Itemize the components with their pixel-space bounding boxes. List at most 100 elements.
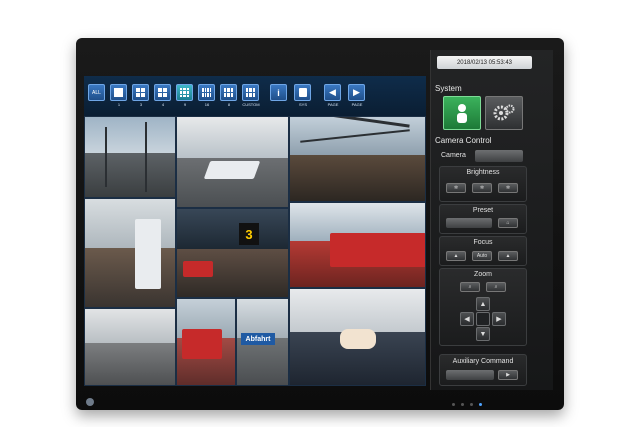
- brightness-down-button[interactable]: ✲: [446, 183, 466, 193]
- camera-tile-7[interactable]: [84, 308, 176, 386]
- zoom-ptz-group: Zoom ⌕ ⌕ ▲ ◀ ▶ ▼: [439, 268, 527, 346]
- settings-button[interactable]: [485, 96, 523, 130]
- layout-toolbar: ALL 1 3 4 9 16 8 CUSTOM i SYS ◀ PAGE ▶ P…: [84, 76, 426, 116]
- control-panel: 2018/02/13 05:53:43 System Camera Contro…: [430, 50, 553, 390]
- platform-board: 3: [239, 223, 259, 245]
- layout-9-button[interactable]: [176, 84, 193, 101]
- custom-view-icon: [246, 88, 255, 97]
- focus-group: Focus ▲ Auto ▲: [439, 236, 527, 266]
- tilt-up-button[interactable]: ▲: [476, 297, 490, 311]
- arrow-right-icon: ▶: [496, 316, 502, 323]
- zoom-in-button[interactable]: ⌕: [486, 282, 506, 292]
- info-icon: i: [277, 87, 280, 98]
- sun-small-icon: ✲: [453, 185, 459, 191]
- focus-auto-button[interactable]: Auto: [472, 251, 492, 261]
- camera-tile-6[interactable]: [289, 202, 426, 288]
- led-indicator: [470, 403, 473, 406]
- camera-tile-1[interactable]: [84, 116, 176, 198]
- layout-1-label: 1: [117, 102, 121, 107]
- power-led-icon: [479, 403, 482, 406]
- user-button[interactable]: [443, 96, 481, 130]
- preset-selector[interactable]: [446, 218, 492, 228]
- page-prev-label: PAGE: [327, 102, 339, 107]
- single-view-icon: [114, 88, 123, 97]
- page-next-button[interactable]: ▶: [348, 84, 365, 101]
- pan-right-button[interactable]: ▶: [492, 312, 506, 326]
- camera-tile-3[interactable]: [289, 116, 426, 202]
- layout-custom-button[interactable]: [242, 84, 259, 101]
- sixteen-view-icon: [202, 88, 211, 97]
- arrow-left-icon: ◀: [464, 316, 470, 323]
- focus-near-button[interactable]: ▲: [446, 251, 466, 261]
- brightness-label: Brightness: [466, 169, 500, 176]
- zoom-out-button[interactable]: ⌕: [460, 282, 480, 292]
- zoom-in-icon: ⌕: [494, 284, 498, 290]
- layout-3-label: 3: [139, 102, 143, 107]
- focus-label: Focus: [473, 239, 493, 246]
- focus-far-button[interactable]: ▲: [498, 251, 518, 261]
- camera-control-title: Camera Control: [435, 136, 492, 145]
- camera-tile-2[interactable]: [176, 116, 289, 208]
- ptz-center: [476, 312, 490, 326]
- camera-selector[interactable]: [475, 150, 523, 162]
- arrow-right-icon: ▶: [353, 87, 360, 97]
- camera-tile-4[interactable]: [84, 198, 176, 308]
- layout-8-label: 8: [227, 102, 231, 107]
- layout-8-button[interactable]: [220, 84, 237, 101]
- user-icon: [457, 104, 467, 123]
- auxiliary-selector[interactable]: [446, 370, 494, 380]
- camera-tile-10[interactable]: [289, 288, 426, 386]
- camera-tile-8[interactable]: [176, 298, 236, 386]
- preset-go-button[interactable]: ⌂: [498, 218, 518, 228]
- auxiliary-go-button[interactable]: ▶: [498, 370, 518, 380]
- sys-button[interactable]: [294, 84, 311, 101]
- sys-label: SYS: [298, 102, 307, 107]
- document-icon: [298, 88, 307, 97]
- focus-far-icon: ▲: [505, 253, 511, 259]
- play-icon: ▶: [506, 372, 510, 378]
- brightness-up-button[interactable]: ✲: [498, 183, 518, 193]
- layout-3-button[interactable]: [132, 84, 149, 101]
- zoom-label: Zoom: [474, 271, 492, 278]
- station-sign: Abfahrt: [241, 333, 275, 345]
- arrow-up-icon: ▲: [479, 300, 487, 308]
- gear-icon: [493, 104, 515, 121]
- focus-auto-label: Auto: [476, 253, 488, 259]
- front-leds: [452, 403, 482, 406]
- layout-16-label: 16: [204, 102, 210, 107]
- video-wall: ALL 1 3 4 9 16 8 CUSTOM i SYS ◀ PAGE ▶ P…: [84, 76, 426, 386]
- info-button[interactable]: i: [270, 84, 287, 101]
- home-icon: ⌂: [506, 220, 510, 226]
- layout-9-label: 9: [183, 102, 187, 107]
- brightness-reset-button[interactable]: ✲: [472, 183, 492, 193]
- clock-display: 2018/02/13 05:53:43: [437, 56, 532, 69]
- station-sign-text: Abfahrt: [245, 335, 271, 343]
- layout-4-label: 4: [161, 102, 165, 107]
- arrow-left-icon: ◀: [329, 87, 336, 97]
- focus-near-icon: ▲: [453, 253, 459, 259]
- zoom-out-icon: ⌕: [468, 284, 472, 290]
- layout-1-button[interactable]: [110, 84, 127, 101]
- page-prev-button[interactable]: ◀: [324, 84, 341, 101]
- preset-label: Preset: [472, 207, 494, 214]
- pan-left-button[interactable]: ◀: [460, 312, 474, 326]
- auxiliary-label: Auxiliary Command: [452, 358, 514, 365]
- auxiliary-group: Auxiliary Command ▶: [439, 354, 527, 386]
- layout-custom-label: CUSTOM: [242, 102, 260, 107]
- camera-tile-9[interactable]: Abfahrt: [236, 298, 289, 386]
- camera-tile-5[interactable]: 3: [176, 208, 289, 298]
- sun-large-icon: ✲: [505, 185, 511, 191]
- layout-all-button[interactable]: ALL: [88, 84, 105, 101]
- page-next-label: PAGE: [351, 102, 363, 107]
- arrow-down-icon: ▼: [479, 330, 487, 338]
- layout-16-button[interactable]: [198, 84, 215, 101]
- preset-group: Preset ⌂: [439, 204, 527, 234]
- brand-logo: [86, 398, 94, 406]
- platform-number: 3: [245, 226, 253, 242]
- clock-text: 2018/02/13 05:53:43: [456, 59, 513, 66]
- camera-label: Camera: [441, 152, 466, 159]
- led-indicator: [452, 403, 455, 406]
- tilt-down-button[interactable]: ▼: [476, 327, 490, 341]
- layout-4-button[interactable]: [154, 84, 171, 101]
- sun-icon: ✲: [479, 185, 485, 191]
